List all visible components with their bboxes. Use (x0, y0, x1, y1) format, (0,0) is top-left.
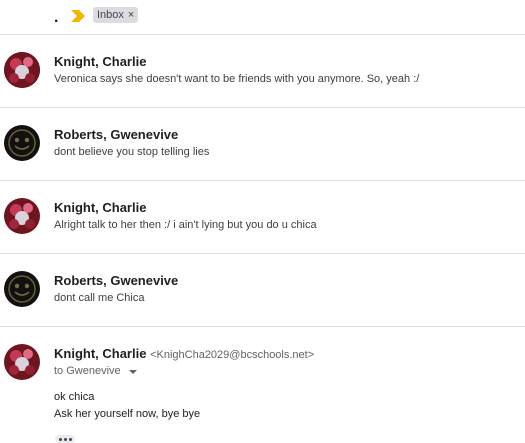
chevron-down-icon[interactable] (128, 370, 137, 374)
message-snippet: dont call me Chica (54, 292, 145, 304)
avatar (4, 52, 40, 88)
recipients-text: to Gwenevive (54, 365, 121, 377)
message-snippet: Veronica says she doesn't want to be fri… (54, 73, 420, 85)
message-snippet: Alright talk to her then :/ i ain't lyin… (54, 219, 317, 231)
avatar (4, 344, 40, 380)
avatar (4, 125, 40, 161)
importance-marker-icon[interactable] (71, 10, 85, 22)
message-row[interactable]: Roberts, Gwenevive dont believe you stop… (0, 108, 525, 180)
header-marker: . (54, 9, 59, 26)
sender-name: Knight, Charlie (54, 54, 147, 69)
sender-name: Roberts, Gwenevive (54, 127, 179, 142)
remove-label-icon[interactable]: × (128, 7, 134, 23)
expanded-message: Knight, Charlie <KnighCha2029@bcschools.… (0, 327, 525, 443)
body-line: Ask her yourself now, bye bye (54, 408, 201, 420)
sender-line: Knight, Charlie <KnighCha2029@bcschools.… (54, 346, 314, 361)
sender-name: Roberts, Gwenevive (54, 273, 179, 288)
recipients-line[interactable]: to Gwenevive (54, 365, 137, 377)
sender-email: <KnighCha2029@bcschools.net> (150, 349, 315, 361)
sender-name: Knight, Charlie (54, 346, 147, 361)
more-horizontal-icon[interactable] (55, 435, 75, 443)
inbox-label-chip[interactable]: Inbox × (93, 7, 139, 23)
avatar (4, 198, 40, 234)
message-row[interactable]: Roberts, Gwenevive dont call me Chica (0, 254, 525, 326)
thread-header: . Inbox × (0, 0, 525, 30)
body-line: ok chica (54, 391, 95, 403)
message-row[interactable]: Knight, Charlie Alright talk to her then… (0, 181, 525, 253)
message-row[interactable]: Knight, Charlie Veronica says she doesn'… (0, 35, 525, 106)
inbox-label-text: Inbox (97, 9, 124, 21)
avatar (4, 271, 40, 307)
message-snippet: dont believe you stop telling lies (54, 146, 210, 158)
sender-name: Knight, Charlie (54, 200, 147, 215)
